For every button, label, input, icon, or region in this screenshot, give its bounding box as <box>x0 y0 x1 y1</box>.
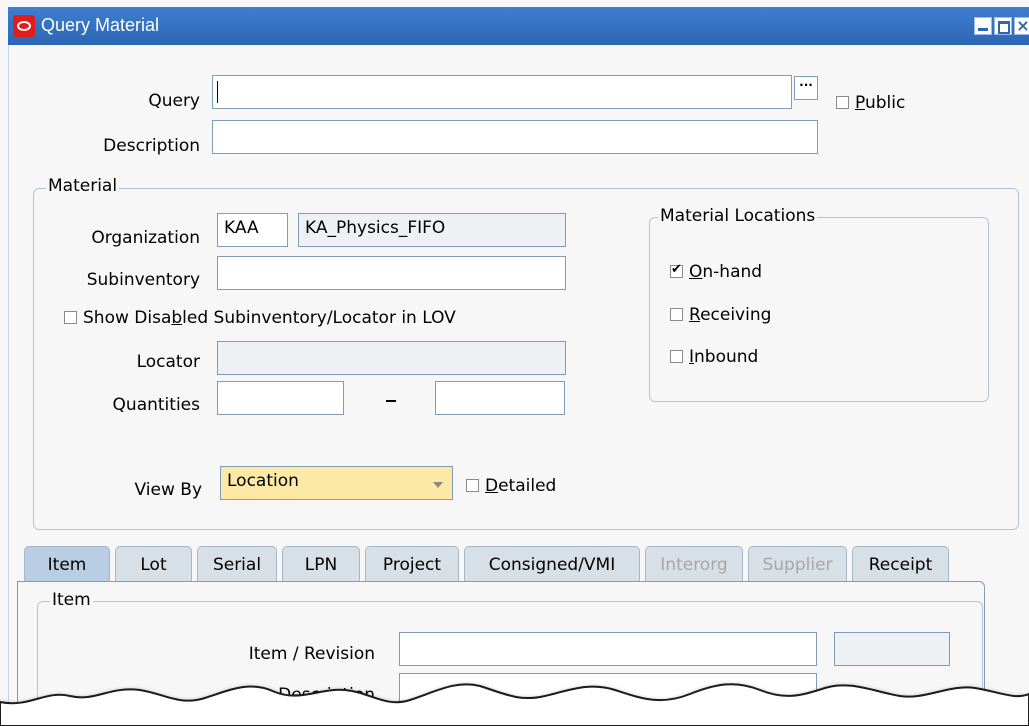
close-icon[interactable]: × <box>1014 17 1029 35</box>
organization-code-field[interactable]: KAA <box>217 213 288 247</box>
text-cursor <box>217 81 218 103</box>
quantities-label: Quantities <box>112 395 200 415</box>
quantity-separator <box>386 400 396 402</box>
on-hand-checkbox[interactable] <box>670 262 683 278</box>
description-label: Description <box>103 136 200 156</box>
torn-edge-decoration <box>0 683 1029 726</box>
tab-lpn[interactable]: LPN <box>282 546 360 582</box>
minimize-icon[interactable] <box>974 17 992 35</box>
inbound-label: Inbound <box>689 347 759 367</box>
quantity-to-field[interactable] <box>435 381 565 415</box>
tab-consigned-vmi[interactable]: Consigned/VMI <box>464 546 640 582</box>
chevron-down-icon[interactable] <box>433 482 443 488</box>
locator-field[interactable] <box>217 341 566 375</box>
query-label: Query <box>148 91 200 111</box>
tab-serial[interactable]: Serial <box>197 546 277 582</box>
query-input[interactable] <box>212 75 792 109</box>
quantity-from-field[interactable] <box>217 381 344 415</box>
receiving-checkbox[interactable] <box>670 308 683 321</box>
tab-supplier: Supplier <box>748 546 847 582</box>
tab-interorg: Interorg <box>645 546 743 582</box>
query-material-window: Query Material × Query ··· Public Descri… <box>0 0 1029 726</box>
tab-project[interactable]: Project <box>365 546 459 582</box>
material-legend: Material <box>46 176 120 196</box>
detailed-checkbox[interactable] <box>466 479 479 492</box>
subinventory-label: Subinventory <box>86 270 200 290</box>
query-lov-button[interactable]: ··· <box>794 76 818 100</box>
oracle-logo-icon <box>13 15 35 37</box>
locator-label: Locator <box>136 352 200 372</box>
tab-receipt[interactable]: Receipt <box>852 546 949 582</box>
item-legend: Item <box>50 590 93 610</box>
title-bar: Query Material × <box>8 7 1029 45</box>
inbound-checkbox[interactable] <box>670 350 683 363</box>
show-disabled-checkbox[interactable] <box>64 311 77 324</box>
public-label: Public <box>855 93 906 113</box>
receiving-label: Receiving <box>689 305 772 325</box>
maximize-icon[interactable] <box>994 17 1012 35</box>
description-input[interactable] <box>212 120 818 154</box>
tab-item[interactable]: Item <box>24 546 110 582</box>
material-locations-legend: Material Locations <box>658 206 818 226</box>
on-hand-label: On-hand <box>689 262 763 282</box>
window-title: Query Material <box>41 15 160 35</box>
organization-name-field: KA_Physics_FIFO <box>298 213 566 247</box>
subinventory-field[interactable] <box>217 256 566 290</box>
view-by-label: View By <box>134 480 202 500</box>
tab-lot[interactable]: Lot <box>115 546 192 582</box>
detailed-label: Detailed <box>485 476 557 496</box>
view-by-select[interactable]: Location <box>220 466 453 500</box>
show-disabled-label: Show Disabled Subinventory/Locator in LO… <box>83 308 456 328</box>
organization-label: Organization <box>91 228 200 248</box>
public-checkbox[interactable] <box>836 96 849 109</box>
